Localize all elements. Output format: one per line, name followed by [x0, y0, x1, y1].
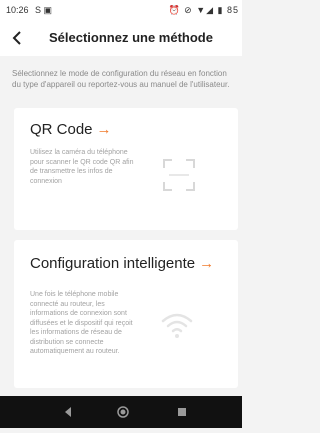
top-navigation-bar: Sélectionnez une méthode: [0, 20, 242, 56]
smart-config-title-label: Configuration intelligente: [30, 255, 196, 272]
back-arrow-icon[interactable]: [8, 28, 28, 48]
smart-config-option-description: Une fois le téléphone mobile connecté au…: [30, 291, 133, 355]
intro-text: Sélectionnez le mode de configuration du…: [12, 69, 230, 89]
arrow-right-icon: →: [199, 255, 215, 272]
status-notification-icons: S ▣: [35, 5, 53, 15]
page-title: Sélectionnez une méthode: [49, 30, 213, 45]
smart-config-option-card[interactable]: Configuration intelligente → Une fois le …: [14, 240, 238, 388]
smart-config-option-title: Configuration intelligente →: [30, 255, 214, 272]
qr-code-option-description: Utilisez la caméra du téléphone pour sca…: [30, 149, 134, 185]
arrow-right-icon: →: [96, 121, 112, 138]
nav-home-icon[interactable]: [116, 396, 130, 428]
system-navigation-bar: [0, 396, 242, 428]
status-system-icons: ⏰ ⊘ ▼◢ ▮ 85: [168, 5, 239, 15]
nav-back-icon[interactable]: [62, 396, 74, 428]
qr-code-title-label: QR Code: [30, 121, 93, 138]
nav-recent-apps-icon[interactable]: [176, 396, 188, 428]
status-time: 10:26: [6, 5, 29, 15]
qr-code-option-title: QR Code →: [30, 121, 112, 138]
qr-scan-icon: [162, 158, 196, 192]
qr-code-option-card[interactable]: QR Code → Utilisez la caméra du téléphone…: [14, 108, 238, 230]
wifi-icon: [160, 310, 194, 340]
status-bar: 10:26 S ▣ ⏰ ⊘ ▼◢ ▮ 85: [0, 0, 242, 20]
